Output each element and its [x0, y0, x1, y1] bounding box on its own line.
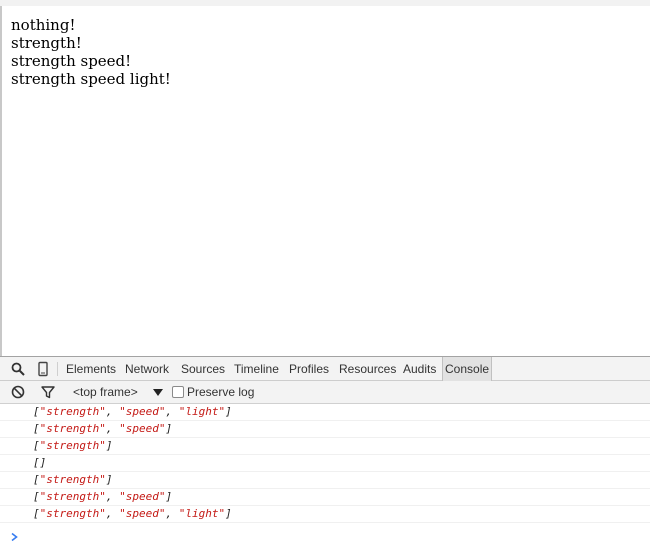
console-log-entry: ["strength", "speed"] — [0, 489, 650, 506]
console-string-value: "strength" — [39, 405, 106, 418]
search-icon[interactable] — [10, 361, 26, 377]
console-log-entry: ["strength"] — [0, 438, 650, 455]
tab-profiles[interactable]: Profiles — [289, 357, 329, 381]
dropdown-arrow-icon[interactable] — [150, 384, 166, 400]
devtools-tabbar: Elements Network Sources Timeline Profil… — [0, 356, 650, 381]
tabbar-separator — [57, 362, 58, 376]
console-string-value: "light" — [178, 507, 226, 520]
tab-elements[interactable]: Elements — [66, 357, 116, 381]
page-line: strength! — [11, 34, 82, 52]
console-log-entry: [] — [0, 455, 650, 472]
console-log-entry: ["strength", "speed"] — [0, 421, 650, 438]
console-log-entry: ["strength"] — [0, 472, 650, 489]
filter-icon[interactable] — [40, 384, 56, 400]
devtools-panel: Elements Network Sources Timeline Profil… — [0, 356, 650, 542]
console-log-entry: ["strength", "speed", "light"] — [0, 506, 650, 523]
console-string-value: "strength" — [39, 490, 106, 503]
console-string-value: "light" — [178, 405, 226, 418]
console-string-value: "strength" — [39, 422, 106, 435]
tab-audits[interactable]: Audits — [403, 357, 436, 381]
console-string-value: "strength" — [39, 507, 106, 520]
console-log: ["strength", "speed", "light"] ["strength… — [0, 404, 650, 523]
prompt-chevron-icon[interactable] — [10, 529, 20, 542]
console-log-entry: ["strength", "speed", "light"] — [0, 404, 650, 421]
preserve-log-label[interactable]: Preserve log — [187, 381, 254, 403]
tab-resources[interactable]: Resources — [339, 357, 396, 381]
tab-sources[interactable]: Sources — [181, 357, 225, 381]
viewport-edge — [0, 6, 2, 356]
page-line: strength speed light! — [11, 70, 171, 88]
preserve-log-checkbox[interactable] — [172, 386, 184, 398]
device-mode-icon[interactable] — [35, 361, 51, 377]
frame-selector[interactable]: <top frame> — [73, 381, 138, 403]
clear-console-icon[interactable] — [10, 384, 26, 400]
console-string-value: "strength" — [39, 439, 106, 452]
console-toolbar: <top frame> Preserve log — [0, 381, 650, 404]
tab-network[interactable]: Network — [125, 357, 169, 381]
page-viewport: nothing! strength! strength speed! stren… — [0, 0, 650, 356]
console-string-value: "speed" — [119, 507, 166, 520]
console-string-value: "strength" — [39, 473, 106, 486]
console-string-value: "speed" — [119, 490, 166, 503]
tab-console[interactable]: Console — [442, 357, 493, 381]
console-string-value: "speed" — [119, 422, 166, 435]
page-output: nothing! strength! strength speed! stren… — [11, 16, 171, 88]
console-string-value: "speed" — [119, 405, 166, 418]
page-line: nothing! — [11, 16, 76, 34]
tab-timeline[interactable]: Timeline — [234, 357, 279, 381]
page-line: strength speed! — [11, 52, 132, 70]
